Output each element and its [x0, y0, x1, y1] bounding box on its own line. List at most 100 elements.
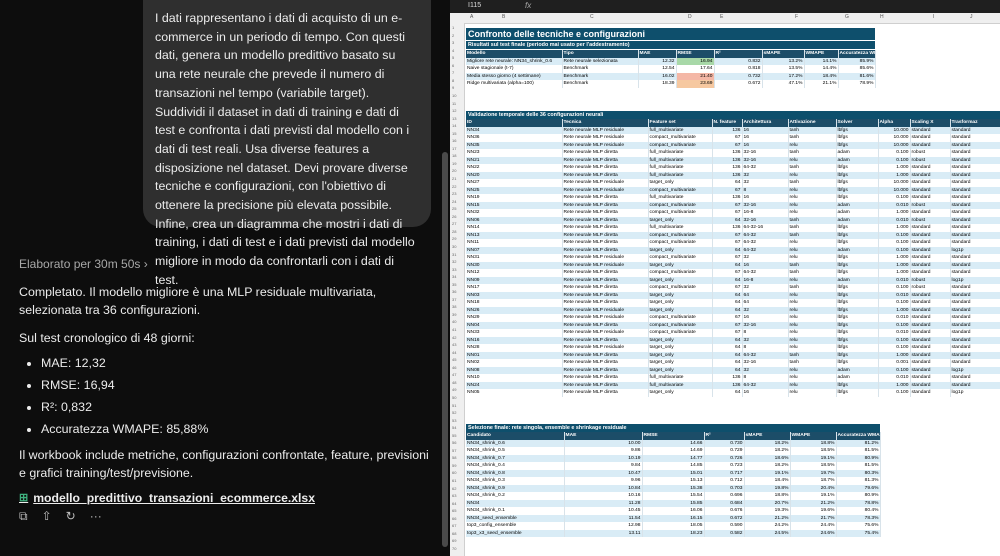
table-header[interactable]: Feature set: [648, 119, 713, 127]
table-cell[interactable]: Rete neurale MLP diretta: [562, 389, 649, 397]
table-cell[interactable]: relu: [788, 366, 837, 374]
table-cell[interactable]: 80.9%: [836, 454, 881, 462]
table-cell[interactable]: NN24: [466, 381, 563, 389]
table-cell[interactable]: 67: [712, 321, 743, 329]
table-cell[interactable]: 8: [742, 374, 789, 382]
table-cell[interactable]: standard: [950, 329, 1000, 337]
table-cell[interactable]: standard: [910, 231, 951, 239]
row-header[interactable]: 39: [452, 312, 456, 317]
table-cell[interactable]: standard: [950, 171, 1000, 179]
row-header[interactable]: 55: [452, 433, 456, 438]
table-cell[interactable]: relu: [788, 321, 837, 329]
table-cell[interactable]: 10.19: [564, 454, 643, 462]
table-row[interactable]: NN32 Rete neurale MLP diretta compact_mult…: [466, 209, 1000, 217]
table-row[interactable]: NN01 Rete neurale MLP diretta target_only 6…: [466, 351, 1000, 359]
row-header[interactable]: 3: [452, 40, 454, 45]
table-cell[interactable]: lbfgs: [836, 231, 879, 239]
row-header[interactable]: 24: [452, 199, 456, 204]
table-cell[interactable]: lbfgs: [836, 291, 879, 299]
table-cell[interactable]: NN17: [466, 284, 563, 292]
table-cell[interactable]: Media stesso giorno (4 settimane): [466, 72, 563, 80]
table-cell[interactable]: tanh: [788, 351, 837, 359]
row-header[interactable]: 37: [452, 297, 456, 302]
chat-scrollbar-thumb[interactable]: [442, 152, 448, 547]
row-header[interactable]: 48: [452, 380, 456, 385]
table-cell[interactable]: NN20: [466, 171, 563, 179]
table-cell[interactable]: target_only: [648, 366, 713, 374]
table-cell[interactable]: tanh: [788, 134, 837, 142]
table-cell[interactable]: Rete neurale MLP diretta: [562, 239, 649, 247]
table-cell[interactable]: 32: [742, 336, 789, 344]
table-cell[interactable]: standard: [950, 261, 1000, 269]
table-cell[interactable]: standard: [910, 381, 951, 389]
table-cell[interactable]: NN19: [466, 194, 563, 202]
table-row[interactable]: NN34_shrink_0.8 10.47 15.01 0.717 19.1% 19.7%…: [466, 469, 881, 477]
regenerate-icon[interactable]: ↻: [66, 509, 76, 524]
table-cell[interactable]: Rete neurale MLP diretta: [562, 284, 649, 292]
table-cell[interactable]: standard: [950, 344, 1000, 352]
table-header[interactable]: N. feature: [712, 119, 743, 127]
table-row[interactable]: NN04 Rete neurale MLP diretta compact_mult…: [466, 321, 1000, 329]
table-cell[interactable]: NN18: [466, 299, 563, 307]
table-cell[interactable]: standard: [950, 156, 1000, 164]
table-cell[interactable]: 64: [712, 336, 743, 344]
table-cell[interactable]: 67: [712, 329, 743, 337]
table-cell[interactable]: relu: [788, 389, 837, 397]
table-cell[interactable]: 24.6%: [790, 529, 837, 537]
table-cell[interactable]: Rete neurale MLP diretta: [562, 351, 649, 359]
table-cell[interactable]: NN14: [466, 224, 563, 232]
table-cell[interactable]: NN02: [466, 359, 563, 367]
row-header[interactable]: 7: [452, 70, 454, 75]
row-header[interactable]: 20: [452, 168, 456, 173]
table-cell[interactable]: tanh: [788, 231, 837, 239]
table-cell[interactable]: NN34_shrink_0.5: [466, 447, 565, 455]
table-cell[interactable]: 23.69: [676, 80, 715, 88]
table-cell[interactable]: standard: [950, 141, 1000, 149]
table-cell[interactable]: standard: [950, 336, 1000, 344]
table-cell[interactable]: 16: [742, 389, 789, 397]
row-header[interactable]: 25: [452, 206, 456, 211]
table-cell[interactable]: standard: [910, 344, 951, 352]
table-cell[interactable]: relu: [788, 186, 837, 194]
table-cell[interactable]: 0.730: [704, 439, 745, 447]
row-header[interactable]: 8: [452, 78, 454, 83]
table-cell[interactable]: Rete neurale MLP diretta: [562, 299, 649, 307]
table-cell[interactable]: robust: [910, 149, 951, 157]
table-cell[interactable]: target_only: [648, 246, 713, 254]
table-cell[interactable]: log1p: [950, 246, 1000, 254]
table-cell[interactable]: 64: [712, 261, 743, 269]
table-row[interactable]: Migliore rete neurale: NN34_shrink_0.6 Re…: [466, 57, 876, 65]
row-header[interactable]: 19: [452, 161, 456, 166]
table-cell[interactable]: standard: [910, 224, 951, 232]
table-cell[interactable]: NN34_seed_ensemble: [466, 514, 565, 522]
table-cell[interactable]: 136: [712, 381, 743, 389]
table-cell[interactable]: adam: [836, 156, 879, 164]
table-cell[interactable]: 0.100: [878, 284, 911, 292]
table-cell[interactable]: lbfgs: [836, 389, 879, 397]
table-header[interactable]: Candidato: [466, 432, 565, 440]
table-cell[interactable]: standard: [910, 194, 951, 202]
table-cell[interactable]: 8: [742, 344, 789, 352]
table-cell[interactable]: 18.8%: [790, 439, 837, 447]
table-cell[interactable]: 9.96: [564, 477, 643, 485]
table-cell[interactable]: 0.712: [704, 477, 745, 485]
table-cell[interactable]: 1.000: [878, 269, 911, 277]
row-header[interactable]: 43: [452, 342, 456, 347]
table-cell[interactable]: 67: [712, 314, 743, 322]
table-cell[interactable]: standard: [910, 246, 951, 254]
table-cell[interactable]: 17.64: [676, 65, 715, 73]
table-cell[interactable]: robust: [910, 201, 951, 209]
table-header[interactable]: WMAPE: [790, 432, 837, 440]
table-cell[interactable]: 0.100: [878, 156, 911, 164]
row-header[interactable]: 31: [452, 252, 456, 257]
table-cell[interactable]: compact_multivariate: [648, 186, 713, 194]
row-header[interactable]: 60: [452, 470, 456, 475]
table-cell[interactable]: target_only: [648, 336, 713, 344]
table-cell[interactable]: NN34: [466, 499, 565, 507]
table-cell[interactable]: Benchmark: [562, 80, 639, 88]
table-cell[interactable]: Benchmark: [562, 72, 639, 80]
row-header[interactable]: 67: [452, 523, 456, 528]
table-cell[interactable]: 16.06: [642, 507, 705, 515]
table-cell[interactable]: tanh: [788, 164, 837, 172]
table-cell[interactable]: 67: [712, 201, 743, 209]
